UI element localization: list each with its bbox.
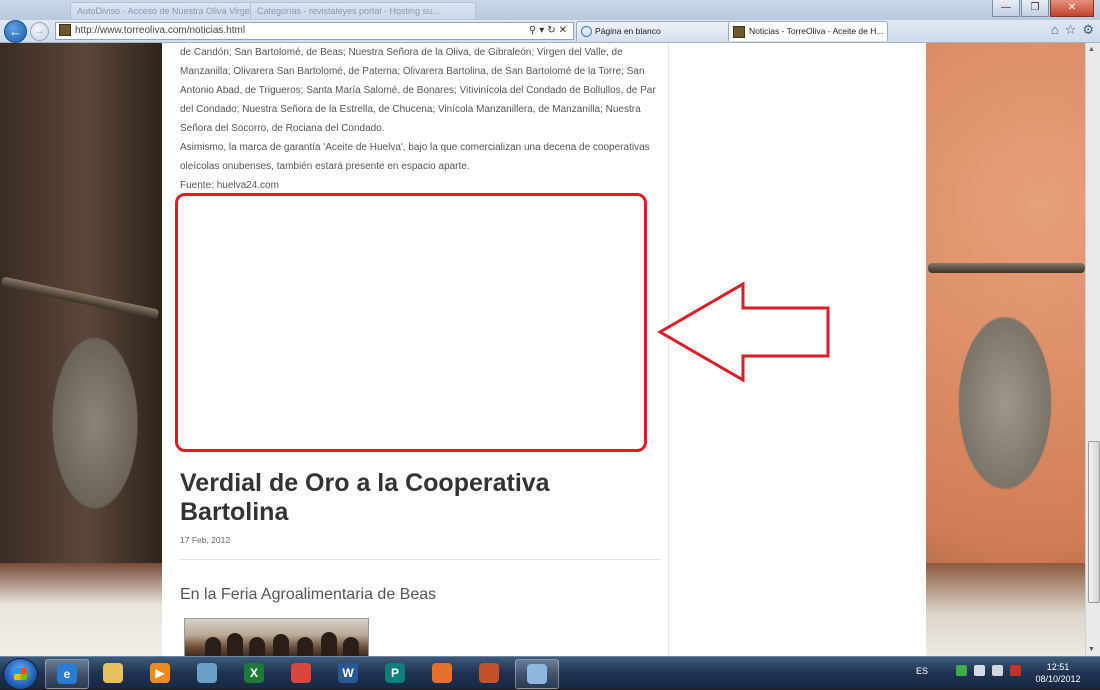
network-icon[interactable] xyxy=(992,665,1003,676)
navigation-bar: ← → http://www.torreoliva.com/noticias.h… xyxy=(0,20,1100,43)
firefox-icon xyxy=(432,663,452,683)
tab-label: Noticias - TorreOliva - Aceite de H... xyxy=(749,26,884,36)
maximize-button[interactable]: ❐ xyxy=(1021,0,1049,17)
browser-toolbar-icons: ⌂ ☆ ⚙ xyxy=(1051,22,1094,38)
post-subtitle: En la Feria Agroalimentaria de Beas xyxy=(180,586,437,603)
taskbar-button-tool-app[interactable] xyxy=(468,659,510,687)
scroll-down-icon[interactable]: ▼ xyxy=(1088,646,1095,653)
file-explorer-icon xyxy=(103,663,123,683)
clock-time: 12:51 xyxy=(1046,662,1070,672)
media-player-icon: ▶ xyxy=(150,663,170,683)
vertical-scrollbar[interactable]: ▲ ▼ xyxy=(1085,43,1100,656)
window-controls: — ❐ ✕ xyxy=(991,0,1094,17)
windows-taskbar: e ▶ X W P ES 12:51 08/10/2012 xyxy=(0,656,1100,690)
address-tools: ⚲▾↻✕ xyxy=(529,23,570,39)
site-favicon-icon xyxy=(59,24,71,37)
network-app-icon xyxy=(197,663,217,683)
chrome-icon xyxy=(291,663,311,683)
taskbar-button-word[interactable]: W xyxy=(327,659,369,687)
taskbar-button-file-explorer[interactable] xyxy=(92,659,134,687)
taskbar-button-chrome[interactable] xyxy=(280,659,322,687)
settings-gear-icon[interactable]: ⚙ xyxy=(1082,22,1094,38)
system-tray xyxy=(956,665,1021,676)
word-icon: W xyxy=(338,663,358,683)
article-paragraph: de Candón; San Bartolomé, de Beas; Nuest… xyxy=(180,47,656,134)
refresh-icon[interactable]: ↻ xyxy=(547,25,558,36)
page-viewport: de Candón; San Bartolomé, de Beas; Nuest… xyxy=(0,43,1085,656)
post-date: 17 Feb, 2012 xyxy=(180,535,231,545)
background-machinery xyxy=(928,263,1085,273)
annotation-arrow-left-icon xyxy=(657,281,830,383)
search-icon[interactable]: ⚲ xyxy=(529,25,539,36)
highlighted-empty-area xyxy=(175,193,647,452)
stop-icon[interactable]: ✕ xyxy=(559,25,570,36)
ghost-tab[interactable]: AutoDiviso - Acceso de Nuestra Oliva Vir… xyxy=(70,2,254,19)
close-button[interactable]: ✕ xyxy=(1050,0,1094,17)
background-machinery xyxy=(0,276,160,320)
tab-noticias[interactable]: Noticias - TorreOliva - Aceite de H...✕ xyxy=(728,21,888,41)
minimize-button[interactable]: — xyxy=(992,0,1020,17)
taskbar-button-firefox[interactable] xyxy=(421,659,463,687)
post-title[interactable]: Verdial de Oro a la Cooperativa Bartolin… xyxy=(180,469,640,527)
article-paragraph: Asimismo, la marca de garantía 'Aceite d… xyxy=(180,142,650,172)
back-button[interactable]: ← xyxy=(4,20,27,43)
background-photo-left xyxy=(0,563,162,656)
post-photo[interactable] xyxy=(184,618,369,656)
taskbar-button-internet-explorer[interactable]: e xyxy=(45,659,89,689)
tab-blank-page[interactable]: Página en blanco xyxy=(576,21,732,41)
tray-device-icon[interactable] xyxy=(974,665,985,676)
background-photo-right xyxy=(926,563,1085,656)
ie-icon xyxy=(581,26,592,38)
favorites-star-icon[interactable]: ☆ xyxy=(1065,22,1077,38)
forward-button[interactable]: → xyxy=(30,22,49,41)
address-bar[interactable]: http://www.torreoliva.com/noticias.html … xyxy=(55,22,574,40)
arrow-right-icon: → xyxy=(34,26,45,37)
scroll-thumb[interactable] xyxy=(1088,441,1100,603)
system-clock[interactable]: 12:51 08/10/2012 xyxy=(1028,661,1088,685)
taskbar-button-media-player[interactable]: ▶ xyxy=(139,659,181,687)
url-text[interactable]: http://www.torreoliva.com/noticias.html xyxy=(75,25,245,36)
start-button[interactable] xyxy=(3,658,38,690)
taskbar-button-network-app[interactable] xyxy=(186,659,228,687)
home-icon[interactable]: ⌂ xyxy=(1051,22,1059,38)
excel-icon: X xyxy=(244,663,264,683)
tool-app-icon xyxy=(479,663,499,683)
windows-logo-icon xyxy=(14,668,27,680)
dropdown-icon[interactable]: ▾ xyxy=(539,25,547,36)
language-indicator[interactable]: ES xyxy=(916,666,928,676)
ghost-tab[interactable]: Categorías - revistaleyes portal - Hosti… xyxy=(250,2,476,19)
article-body: de Candón; San Bartolomé, de Beas; Nuest… xyxy=(180,43,658,195)
internet-explorer-icon: e xyxy=(57,664,77,684)
publisher-icon: P xyxy=(385,663,405,683)
volume-muted-icon[interactable] xyxy=(1010,665,1021,676)
paint-icon xyxy=(527,664,547,684)
clock-date: 08/10/2012 xyxy=(1035,674,1081,684)
background-window-tabs: AutoDiviso - Acceso de Nuestra Oliva Vir… xyxy=(0,0,1100,20)
tab-label: Página en blanco xyxy=(595,26,661,36)
arrow-left-icon: ← xyxy=(9,24,22,39)
site-favicon-icon xyxy=(733,25,745,38)
main-column: de Candón; San Bartolomé, de Beas; Nuest… xyxy=(162,43,669,656)
taskbar-button-excel[interactable]: X xyxy=(233,659,275,687)
taskbar-button-publisher[interactable]: P xyxy=(374,659,416,687)
scroll-up-icon[interactable]: ▲ xyxy=(1088,46,1095,53)
tray-app-icon[interactable] xyxy=(956,665,967,676)
taskbar-button-paint[interactable] xyxy=(515,659,559,689)
divider xyxy=(180,559,660,560)
